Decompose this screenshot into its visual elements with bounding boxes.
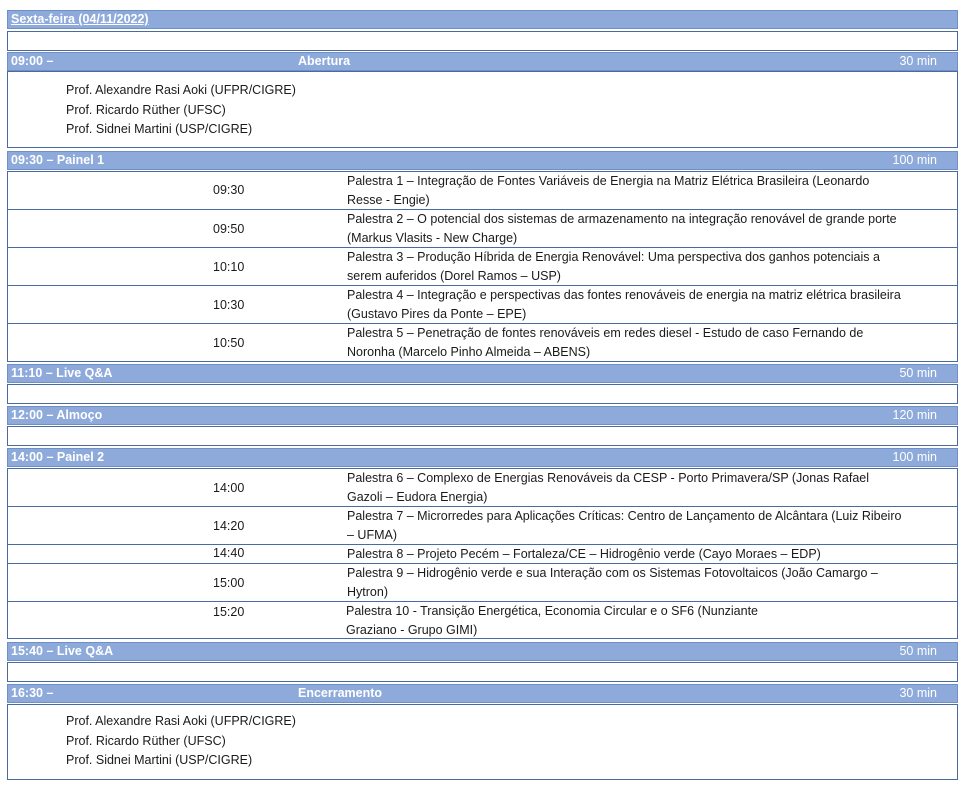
speaker-name: Prof. Sidnei Martini (USP/CIGRE): [66, 122, 253, 136]
session-title: 09:30 – Painel 1: [11, 153, 105, 167]
session-duration: 50 min: [899, 366, 937, 380]
session-duration: 100 min: [892, 153, 937, 167]
talk-time: 15:20: [213, 605, 245, 619]
talk-title: Palestra 5 – Penetração de fontes renová…: [347, 326, 864, 359]
day-title: Sexta-feira (04/11/2022): [11, 12, 149, 26]
speaker-name: Prof. Ricardo Rüther (UFSC): [66, 102, 226, 117]
table-row: 09:50 Palestra 2 – O potencial dos siste…: [8, 210, 957, 248]
talk-title: Palestra 10 - Transição Energética, Econ…: [346, 604, 758, 637]
session-title: 14:00 – Painel 2: [11, 450, 105, 464]
table-row: 14:00 Palestra 6 – Complexo de Energias …: [8, 469, 957, 507]
talk-time: 10:10: [213, 260, 245, 274]
talk-time: 09:30: [213, 183, 245, 197]
speaker-name: Prof. Alexandre Rasi Aoki (UFPR/CIGRE): [66, 83, 296, 97]
talk-time: 10:30: [213, 298, 245, 312]
table-row: 15:00 Palestra 9 – Hidrogênio verde e su…: [8, 564, 957, 602]
table-row: 14:40 Palestra 8 – Projeto Pecém – Forta…: [8, 545, 957, 564]
talk-title: Palestra 9 – Hidrogênio verde e sua Inte…: [347, 566, 878, 599]
session-bar-encerramento: 16:30 – Encerramento 30 min: [7, 684, 958, 703]
speaker-name: Prof. Sidnei Martini (USP/CIGRE): [66, 753, 253, 767]
day-header: Sexta-feira (04/11/2022): [7, 10, 958, 29]
session-duration: 120 min: [892, 408, 937, 422]
talk-time: 15:00: [213, 576, 245, 590]
table-row: 10:30 Palestra 4 – Integração e perspect…: [8, 286, 957, 324]
table-row: 14:20 Palestra 7 – Microrredes para Apli…: [8, 507, 957, 545]
spacer-row: [7, 31, 958, 51]
talk-time: 14:40: [213, 546, 245, 560]
session-title: 15:40 – Live Q&A: [11, 644, 114, 658]
table-row: 09:30 Palestra 1 – Integração de Fontes …: [8, 172, 957, 210]
session-duration: 30 min: [899, 686, 937, 700]
session-time: 16:30 –: [11, 686, 54, 700]
session-bar-almoco: 12:00 – Almoço 120 min: [7, 406, 958, 425]
talk-time: 09:50: [213, 222, 245, 236]
talk-table-painel1: 09:30 Palestra 1 – Integração de Fontes …: [7, 171, 958, 362]
spacer-row: [7, 426, 958, 446]
session-bar-painel1: 09:30 – Painel 1 100 min: [7, 151, 958, 170]
speaker-name: Prof. Ricardo Rüther (UFSC): [66, 733, 226, 748]
session-title: Encerramento: [298, 686, 383, 700]
talk-title: Palestra 3 – Produção Híbrida de Energia…: [347, 250, 880, 283]
session-title: 12:00 – Almoço: [11, 408, 103, 422]
talk-title: Palestra 2 – O potencial dos sistemas de…: [347, 212, 897, 245]
talk-title: Palestra 7 – Microrredes para Aplicações…: [347, 509, 902, 542]
session-bar-qa2: 15:40 – Live Q&A 50 min: [7, 642, 958, 661]
session-bar-painel2: 14:00 – Painel 2 100 min: [7, 448, 958, 467]
table-row: 10:50 Palestra 5 – Penetração de fontes …: [8, 324, 957, 362]
session-bar-qa1: 11:10 – Live Q&A 50 min: [7, 364, 958, 383]
speakers-box-abertura: Prof. Alexandre Rasi Aoki (UFPR/CIGRE) P…: [7, 71, 958, 148]
speaker-name: Prof. Alexandre Rasi Aoki (UFPR/CIGRE): [66, 714, 296, 728]
talk-time: 14:20: [213, 519, 245, 533]
session-time: 09:00 –: [11, 54, 54, 68]
talk-time: 10:50: [213, 336, 245, 350]
talk-title: Palestra 6 – Complexo de Energias Renová…: [347, 471, 870, 504]
table-row: 15:20 Palestra 10 - Transição Energética…: [8, 602, 957, 639]
spacer-row: [7, 662, 958, 682]
session-title: Abertura: [298, 54, 351, 68]
session-bar-abertura: 09:00 – Abertura 30 min: [7, 52, 958, 71]
session-title: 11:10 – Live Q&A: [11, 366, 113, 380]
talk-title: Palestra 8 – Projeto Pecém – Fortaleza/C…: [347, 547, 821, 561]
talk-title: Palestra 4 – Integração e perspectivas d…: [347, 288, 901, 321]
talk-time: 14:00: [213, 481, 245, 495]
session-duration: 30 min: [899, 54, 937, 68]
talk-table-painel2: 14:00 Palestra 6 – Complexo de Energias …: [7, 468, 958, 639]
session-duration: 50 min: [899, 644, 937, 658]
talk-title: Palestra 1 – Integração de Fontes Variáv…: [347, 174, 870, 207]
session-duration: 100 min: [892, 450, 937, 464]
speakers-box-encerramento: Prof. Alexandre Rasi Aoki (UFPR/CIGRE) P…: [7, 704, 958, 780]
table-row: 10:10 Palestra 3 – Produção Híbrida de E…: [8, 248, 957, 286]
spacer-row: [7, 384, 958, 404]
